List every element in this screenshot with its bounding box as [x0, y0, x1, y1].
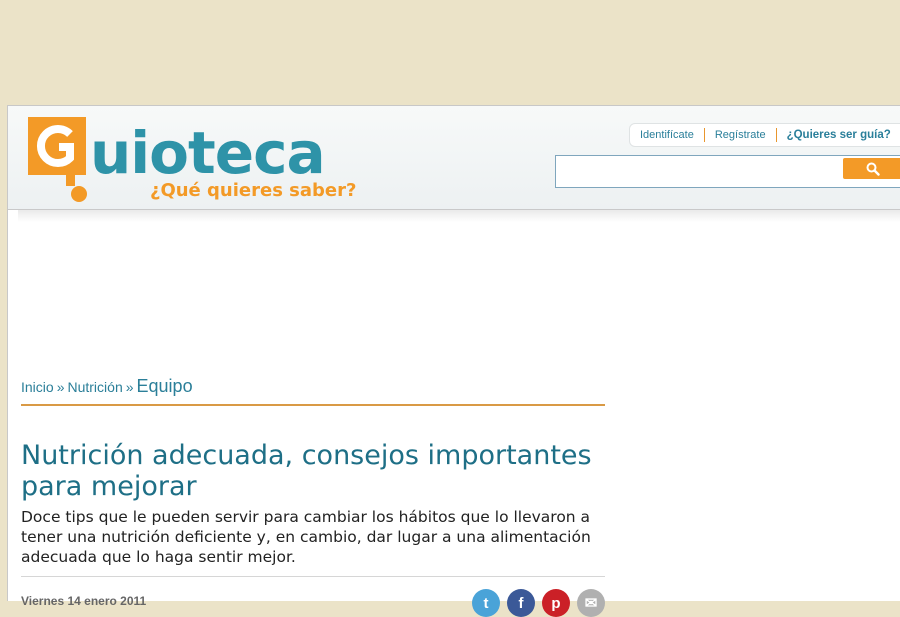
breadcrumb-home[interactable]: Inicio: [21, 379, 54, 395]
pinterest-icon: p: [551, 594, 561, 612]
search-icon: [866, 162, 880, 176]
breadcrumb-category[interactable]: Nutrición: [67, 379, 122, 395]
pinterest-share-button[interactable]: p: [542, 589, 570, 617]
article-subtitle: Doce tips que le pueden servir para camb…: [21, 508, 591, 566]
user-links-bar: Identifícate Regístrate ¿Quieres ser guí…: [629, 123, 900, 147]
divider: [21, 576, 605, 577]
login-link[interactable]: Identifícate: [630, 128, 704, 142]
guioteca-logo-image: uioteca ¿Qué quieres saber?: [28, 117, 356, 202]
site-header: uioteca ¿Qué quieres saber? Identifícate…: [8, 106, 900, 210]
breadcrumb: Inicio» Nutrición» Equipo: [21, 376, 605, 406]
article-title: Nutrición adecuada, consejos importantes…: [21, 440, 592, 502]
email-share-button[interactable]: ✉: [577, 589, 605, 617]
search-button[interactable]: [843, 158, 900, 179]
twitter-icon: t: [483, 594, 489, 612]
email-icon: ✉: [584, 595, 598, 612]
breadcrumb-separator: »: [56, 379, 65, 395]
page-container: uioteca ¿Qué quieres saber? Identifícate…: [7, 105, 900, 617]
header-shadow: [18, 210, 900, 222]
breadcrumb-separator: »: [125, 379, 134, 395]
breadcrumb-current[interactable]: Equipo: [137, 376, 193, 396]
article-date: Viernes 14 enero 2011: [21, 594, 147, 608]
facebook-share-button[interactable]: f: [507, 589, 535, 617]
become-guide-link[interactable]: ¿Quieres ser guía?: [775, 128, 900, 142]
guioteca-logo[interactable]: uioteca ¿Qué quieres saber?: [26, 116, 356, 204]
facebook-icon: f: [518, 594, 524, 612]
twitter-share-button[interactable]: t: [472, 589, 500, 617]
register-link[interactable]: Regístrate: [703, 128, 776, 142]
svg-text:uioteca: uioteca: [90, 119, 325, 187]
svg-text:¿Qué quieres saber?: ¿Qué quieres saber?: [150, 180, 356, 201]
